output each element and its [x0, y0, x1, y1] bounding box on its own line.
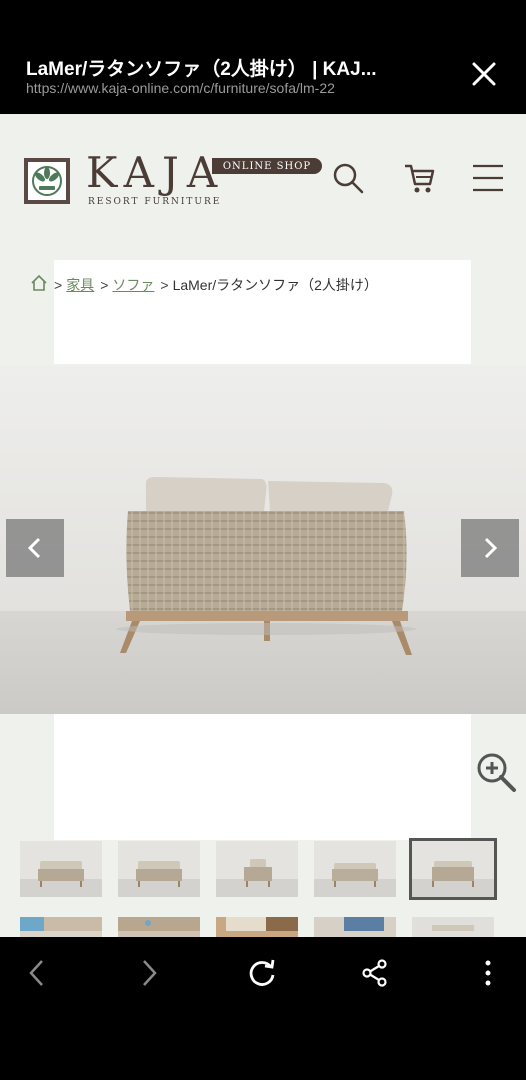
breadcrumb-current: LaMer/ラタンソファ（2人掛け）: [172, 276, 378, 293]
breadcrumb-link-furniture[interactable]: 家具: [66, 275, 94, 295]
more-vert-icon[interactable]: [466, 951, 510, 995]
online-shop-badge: ONLINE SHOP: [212, 158, 322, 174]
reload-icon[interactable]: [240, 951, 284, 995]
back-icon[interactable]: [15, 951, 59, 995]
forward-icon[interactable]: [127, 951, 171, 995]
browser-top-bar: LaMer/ラタンソファ（2人掛け） | KAJ... https://www.…: [0, 0, 526, 114]
thumbnail-selected[interactable]: [409, 838, 497, 900]
share-icon[interactable]: [353, 951, 397, 995]
page-url[interactable]: https://www.kaja-online.com/c/furniture/…: [26, 80, 446, 96]
product-main-image[interactable]: [0, 365, 526, 714]
thumbnail[interactable]: [20, 917, 102, 937]
thumbnail[interactable]: [216, 841, 298, 897]
breadcrumb-separator: >: [100, 276, 109, 293]
search-icon[interactable]: [330, 160, 366, 196]
image-area-panel: [54, 714, 471, 840]
web-page: KAJA RESORT FURNITURE ONLINE SHOP > 家具 >…: [0, 114, 526, 937]
thumbnail[interactable]: [314, 917, 396, 937]
thumbnail[interactable]: [412, 917, 494, 937]
browser-bottom-bar: [0, 937, 526, 1080]
menu-icon[interactable]: [470, 160, 506, 196]
breadcrumb: > 家具 > ソファ > LaMer/ラタンソファ（2人掛け）: [30, 274, 378, 295]
chevron-left-icon: [27, 537, 41, 559]
brand-name[interactable]: KAJA: [86, 152, 225, 194]
thumbnail[interactable]: [314, 841, 396, 897]
prev-image-button[interactable]: [6, 519, 64, 577]
thumbnail[interactable]: [216, 917, 298, 937]
brand-tagline: RESORT FURNITURE: [88, 197, 222, 207]
page-title: LaMer/ラタンソファ（2人掛け） | KAJ...: [26, 59, 377, 80]
thumbnail[interactable]: [20, 841, 102, 897]
site-header: KAJA RESORT FURNITURE ONLINE SHOP: [0, 114, 526, 244]
next-image-button[interactable]: [461, 519, 519, 577]
thumbnail[interactable]: [118, 841, 200, 897]
zoom-in-icon[interactable]: [474, 750, 518, 794]
chevron-right-icon: [484, 537, 498, 559]
close-icon[interactable]: [468, 58, 500, 90]
breadcrumb-separator: >: [160, 276, 169, 293]
logo-emblem[interactable]: [24, 158, 70, 204]
cart-icon[interactable]: [402, 160, 438, 196]
home-icon[interactable]: [30, 274, 48, 295]
breadcrumb-separator: >: [54, 276, 63, 293]
thumbnail[interactable]: [118, 917, 200, 937]
breadcrumb-link-sofa[interactable]: ソファ: [112, 275, 154, 295]
